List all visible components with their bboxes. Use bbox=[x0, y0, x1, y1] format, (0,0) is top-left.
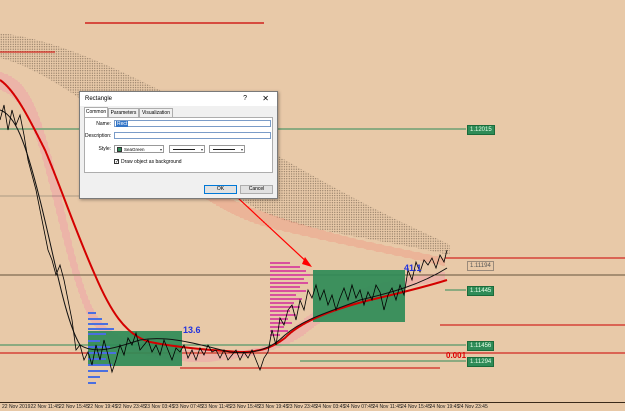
time-axis-label: 22 Nov 23:45 bbox=[116, 404, 146, 410]
name-label: Name: bbox=[96, 121, 111, 127]
rectangle-properties-dialog: Rectangle ? ✕ Common Parameters Visualiz… bbox=[79, 91, 278, 199]
ok-button[interactable]: OK bbox=[204, 185, 237, 194]
line-style-sample bbox=[173, 149, 195, 150]
cancel-button[interactable]: Cancel bbox=[240, 185, 273, 194]
time-axis-label: 23 Nov 15:45 bbox=[230, 404, 260, 410]
label-41-1: 41.1 bbox=[404, 263, 422, 273]
close-button[interactable]: ✕ bbox=[262, 94, 269, 103]
time-axis-label: 22 Nov 11:45 bbox=[30, 404, 60, 410]
description-label: Description: bbox=[85, 133, 112, 139]
time-axis-label: 23 Nov 11:45 bbox=[201, 404, 231, 410]
price-tag-1: 1.12015 bbox=[467, 125, 495, 135]
time-axis-label: 23 Nov 23:45 bbox=[287, 404, 317, 410]
price-tag-4: 1.11294 bbox=[467, 357, 495, 367]
label-13-6: 13.6 bbox=[183, 325, 201, 335]
price-chart[interactable] bbox=[0, 0, 625, 402]
color-select[interactable]: SeaGreen ▾ bbox=[114, 145, 164, 153]
description-input[interactable] bbox=[114, 132, 271, 139]
line-style-select[interactable]: ▾ bbox=[169, 145, 205, 153]
dialog-titlebar[interactable]: Rectangle ? ✕ bbox=[80, 92, 277, 106]
tab-parameters[interactable]: Parameters bbox=[108, 108, 139, 117]
time-axis-label: 24 Nov 15:45 bbox=[401, 404, 431, 410]
tab-visualization[interactable]: Visualization bbox=[139, 108, 173, 117]
color-swatch bbox=[117, 147, 122, 152]
name-input[interactable]: Rect bbox=[114, 120, 271, 127]
chevron-down-icon: ▾ bbox=[240, 147, 243, 152]
line-width-sample bbox=[213, 149, 235, 150]
time-axis-label: 22 Nov 2019 bbox=[2, 404, 31, 410]
background-checkbox[interactable]: ✓ bbox=[114, 159, 119, 165]
price-tag-3: 1.11456 bbox=[467, 341, 495, 351]
time-axis-label: 24 Nov 19:45 bbox=[429, 404, 460, 410]
time-axis-label: 24 Nov 23:45 bbox=[458, 404, 488, 410]
background-checkbox-label: Draw object as background bbox=[121, 159, 182, 165]
dialog-title: Rectangle bbox=[85, 96, 113, 102]
price-tag-2: 1.11445 bbox=[467, 286, 495, 296]
time-axis-label: 23 Nov 19:45 bbox=[258, 404, 289, 410]
chevron-down-icon: ▾ bbox=[200, 147, 203, 152]
chart-area[interactable]: 1.12015 1.11445 1.11456 1.11294 1.11194 … bbox=[0, 0, 625, 402]
style-label: Style: bbox=[98, 146, 111, 152]
color-name: SeaGreen bbox=[124, 147, 145, 152]
time-axis-label: 24 Nov 07:45 bbox=[344, 404, 374, 410]
chevron-down-icon: ▾ bbox=[159, 147, 162, 152]
time-axis: 22 Nov 2019 22 Nov 11:45 22 Nov 15:45 22 No… bbox=[0, 402, 625, 411]
name-input-value: Rect bbox=[116, 121, 129, 127]
time-axis-label: 22 Nov 15:45 bbox=[59, 404, 89, 410]
time-axis-label: 23 Nov 03:45 bbox=[144, 404, 175, 410]
time-axis-label: 24 Nov 11:45 bbox=[372, 404, 402, 410]
time-axis-label: 22 Nov 19:45 bbox=[87, 404, 118, 410]
tab-panel-common: Name: Rect Description: Style: SeaGreen … bbox=[84, 117, 273, 173]
line-width-select[interactable]: ▾ bbox=[209, 145, 245, 153]
tab-common[interactable]: Common bbox=[84, 107, 108, 117]
price-tag-5: 1.11194 bbox=[467, 261, 494, 271]
time-axis-label: 24 Nov 03:45 bbox=[315, 404, 346, 410]
time-axis-label: 23 Nov 07:45 bbox=[173, 404, 203, 410]
label-0-001: 0.001 bbox=[446, 351, 467, 360]
help-button[interactable]: ? bbox=[243, 95, 247, 102]
